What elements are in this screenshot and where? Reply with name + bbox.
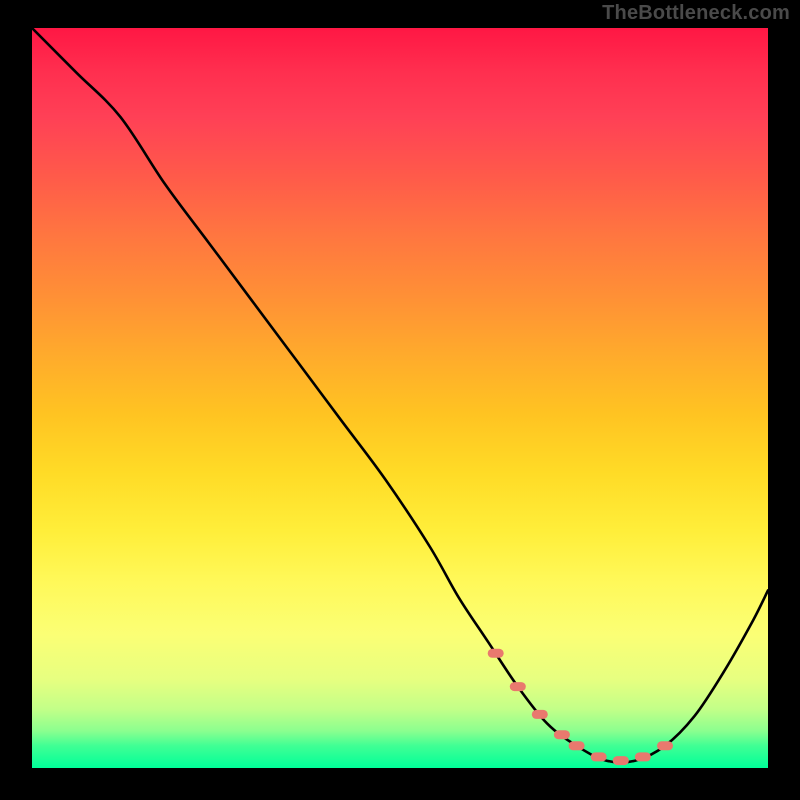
markers-group (488, 649, 673, 765)
chart-frame: TheBottleneck.com (0, 0, 800, 800)
curve-svg (32, 28, 768, 768)
curve-marker (635, 752, 651, 761)
curve-marker (532, 710, 548, 719)
curve-marker (569, 741, 585, 750)
curve-marker (510, 682, 526, 691)
curve-marker (488, 649, 504, 658)
curve-marker (554, 730, 570, 739)
curve-marker (591, 752, 607, 761)
watermark-text: TheBottleneck.com (602, 2, 790, 25)
curve-marker (613, 756, 629, 765)
curve-marker (657, 741, 673, 750)
plot-area (32, 28, 768, 768)
bottleneck-curve (32, 28, 768, 762)
